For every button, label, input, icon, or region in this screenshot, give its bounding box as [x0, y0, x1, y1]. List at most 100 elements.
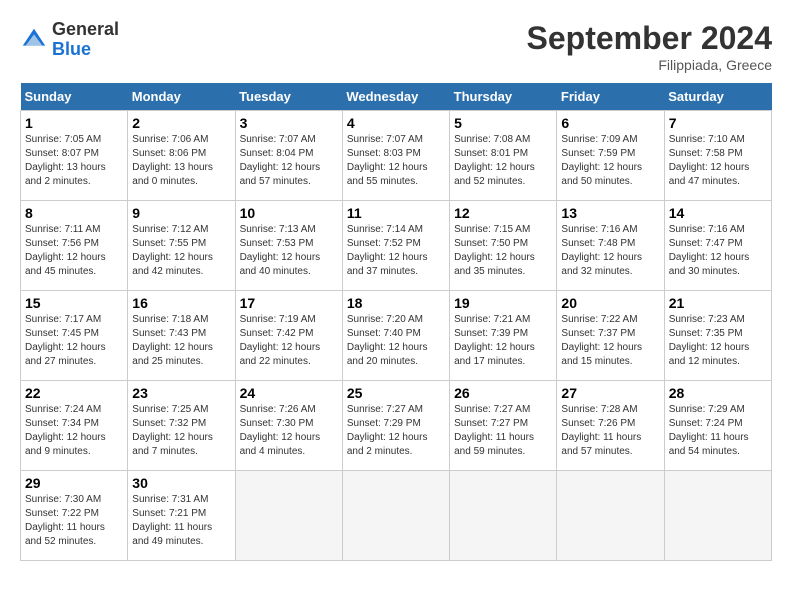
day-cell: 29 Sunrise: 7:30 AMSunset: 7:22 PMDayligh…: [21, 471, 128, 561]
day-number: 1: [25, 115, 123, 131]
col-monday: Monday: [128, 83, 235, 111]
day-cell: 8 Sunrise: 7:11 AMSunset: 7:56 PMDaylight…: [21, 201, 128, 291]
empty-cell: [664, 471, 771, 561]
day-number: 18: [347, 295, 445, 311]
day-number: 26: [454, 385, 552, 401]
day-info: Sunrise: 7:14 AMSunset: 7:52 PMDaylight:…: [347, 223, 445, 279]
day-info: Sunrise: 7:20 AMSunset: 7:40 PMDaylight:…: [347, 313, 445, 369]
day-cell: 28 Sunrise: 7:29 AMSunset: 7:24 PMDayligh…: [664, 381, 771, 471]
col-thursday: Thursday: [450, 83, 557, 111]
day-number: 12: [454, 205, 552, 221]
day-number: 20: [561, 295, 659, 311]
day-cell: 16 Sunrise: 7:18 AMSunset: 7:43 PMDayligh…: [128, 291, 235, 381]
day-number: 10: [240, 205, 338, 221]
empty-cell: [235, 471, 342, 561]
day-info: Sunrise: 7:13 AMSunset: 7:53 PMDaylight:…: [240, 223, 338, 279]
col-friday: Friday: [557, 83, 664, 111]
day-number: 21: [669, 295, 767, 311]
day-number: 14: [669, 205, 767, 221]
day-number: 24: [240, 385, 338, 401]
day-info: Sunrise: 7:22 AMSunset: 7:37 PMDaylight:…: [561, 313, 659, 369]
day-cell: 5 Sunrise: 7:08 AMSunset: 8:01 PMDaylight…: [450, 111, 557, 201]
day-number: 17: [240, 295, 338, 311]
day-info: Sunrise: 7:11 AMSunset: 7:56 PMDaylight:…: [25, 223, 123, 279]
day-number: 23: [132, 385, 230, 401]
day-number: 6: [561, 115, 659, 131]
day-info: Sunrise: 7:31 AMSunset: 7:21 PMDaylight:…: [132, 493, 230, 549]
day-info: Sunrise: 7:24 AMSunset: 7:34 PMDaylight:…: [25, 403, 123, 459]
logo-icon: [20, 26, 48, 54]
day-info: Sunrise: 7:19 AMSunset: 7:42 PMDaylight:…: [240, 313, 338, 369]
day-info: Sunrise: 7:09 AMSunset: 7:59 PMDaylight:…: [561, 133, 659, 189]
day-info: Sunrise: 7:16 AMSunset: 7:47 PMDaylight:…: [669, 223, 767, 279]
day-number: 28: [669, 385, 767, 401]
col-saturday: Saturday: [664, 83, 771, 111]
day-cell: 25 Sunrise: 7:27 AMSunset: 7:29 PMDayligh…: [342, 381, 449, 471]
day-number: 15: [25, 295, 123, 311]
day-number: 25: [347, 385, 445, 401]
day-cell: 27 Sunrise: 7:28 AMSunset: 7:26 PMDayligh…: [557, 381, 664, 471]
calendar-body: 1 Sunrise: 7:05 AMSunset: 8:07 PMDaylight…: [21, 111, 772, 561]
day-info: Sunrise: 7:28 AMSunset: 7:26 PMDaylight:…: [561, 403, 659, 459]
empty-cell: [342, 471, 449, 561]
day-cell: 10 Sunrise: 7:13 AMSunset: 7:53 PMDayligh…: [235, 201, 342, 291]
day-info: Sunrise: 7:29 AMSunset: 7:24 PMDaylight:…: [669, 403, 767, 459]
day-number: 9: [132, 205, 230, 221]
day-cell: 18 Sunrise: 7:20 AMSunset: 7:40 PMDayligh…: [342, 291, 449, 381]
day-info: Sunrise: 7:27 AMSunset: 7:27 PMDaylight:…: [454, 403, 552, 459]
calendar-row: 22Sunrise: 7:24 AMSunset: 7:34 PMDayligh…: [21, 381, 772, 471]
day-cell: 19Sunrise: 7:21 AMSunset: 7:39 PMDayligh…: [450, 291, 557, 381]
day-number: 5: [454, 115, 552, 131]
day-info: Sunrise: 7:06 AMSunset: 8:06 PMDaylight:…: [132, 133, 230, 189]
calendar-row: 8 Sunrise: 7:11 AMSunset: 7:56 PMDaylight…: [21, 201, 772, 291]
day-info: Sunrise: 7:12 AMSunset: 7:55 PMDaylight:…: [132, 223, 230, 279]
day-info: Sunrise: 7:08 AMSunset: 8:01 PMDaylight:…: [454, 133, 552, 189]
day-info: Sunrise: 7:26 AMSunset: 7:30 PMDaylight:…: [240, 403, 338, 459]
day-info: Sunrise: 7:10 AMSunset: 7:58 PMDaylight:…: [669, 133, 767, 189]
header-row: Sunday Monday Tuesday Wednesday Thursday…: [21, 83, 772, 111]
day-number: 11: [347, 205, 445, 221]
day-number: 2: [132, 115, 230, 131]
empty-cell: [557, 471, 664, 561]
day-number: 4: [347, 115, 445, 131]
col-wednesday: Wednesday: [342, 83, 449, 111]
day-info: Sunrise: 7:18 AMSunset: 7:43 PMDaylight:…: [132, 313, 230, 369]
day-number: 27: [561, 385, 659, 401]
day-info: Sunrise: 7:07 AMSunset: 8:04 PMDaylight:…: [240, 133, 338, 189]
logo-text: General Blue: [52, 20, 119, 60]
day-cell: 21Sunrise: 7:23 AMSunset: 7:35 PMDayligh…: [664, 291, 771, 381]
month-title: September 2024: [527, 20, 772, 57]
day-info: Sunrise: 7:15 AMSunset: 7:50 PMDaylight:…: [454, 223, 552, 279]
day-info: Sunrise: 7:25 AMSunset: 7:32 PMDaylight:…: [132, 403, 230, 459]
day-cell: 30 Sunrise: 7:31 AMSunset: 7:21 PMDayligh…: [128, 471, 235, 561]
day-cell: 7 Sunrise: 7:10 AMSunset: 7:58 PMDaylight…: [664, 111, 771, 201]
day-info: Sunrise: 7:17 AMSunset: 7:45 PMDaylight:…: [25, 313, 123, 369]
day-cell: 20 Sunrise: 7:22 AMSunset: 7:37 PMDayligh…: [557, 291, 664, 381]
day-cell: 13 Sunrise: 7:16 AMSunset: 7:48 PMDayligh…: [557, 201, 664, 291]
day-cell: 23 Sunrise: 7:25 AMSunset: 7:32 PMDayligh…: [128, 381, 235, 471]
day-info: Sunrise: 7:16 AMSunset: 7:48 PMDaylight:…: [561, 223, 659, 279]
day-info: Sunrise: 7:07 AMSunset: 8:03 PMDaylight:…: [347, 133, 445, 189]
day-number: 7: [669, 115, 767, 131]
day-number: 29: [25, 475, 123, 491]
calendar-row: 15 Sunrise: 7:17 AMSunset: 7:45 PMDayligh…: [21, 291, 772, 381]
col-tuesday: Tuesday: [235, 83, 342, 111]
title-block: September 2024 Filippiada, Greece: [527, 20, 772, 73]
day-info: Sunrise: 7:05 AMSunset: 8:07 PMDaylight:…: [25, 133, 123, 189]
empty-cell: [450, 471, 557, 561]
day-cell: 4 Sunrise: 7:07 AMSunset: 8:03 PMDaylight…: [342, 111, 449, 201]
day-cell: 3Sunrise: 7:07 AMSunset: 8:04 PMDaylight…: [235, 111, 342, 201]
day-cell: 24 Sunrise: 7:26 AMSunset: 7:30 PMDayligh…: [235, 381, 342, 471]
day-info: Sunrise: 7:30 AMSunset: 7:22 PMDaylight:…: [25, 493, 123, 549]
day-cell: 11 Sunrise: 7:14 AMSunset: 7:52 PMDayligh…: [342, 201, 449, 291]
day-cell: 26 Sunrise: 7:27 AMSunset: 7:27 PMDayligh…: [450, 381, 557, 471]
day-number: 16: [132, 295, 230, 311]
day-cell: 22Sunrise: 7:24 AMSunset: 7:34 PMDayligh…: [21, 381, 128, 471]
day-number: 13: [561, 205, 659, 221]
day-info: Sunrise: 7:27 AMSunset: 7:29 PMDaylight:…: [347, 403, 445, 459]
day-number: 8: [25, 205, 123, 221]
location: Filippiada, Greece: [527, 57, 772, 73]
day-number: 30: [132, 475, 230, 491]
day-number: 19: [454, 295, 552, 311]
day-cell: 9 Sunrise: 7:12 AMSunset: 7:55 PMDaylight…: [128, 201, 235, 291]
